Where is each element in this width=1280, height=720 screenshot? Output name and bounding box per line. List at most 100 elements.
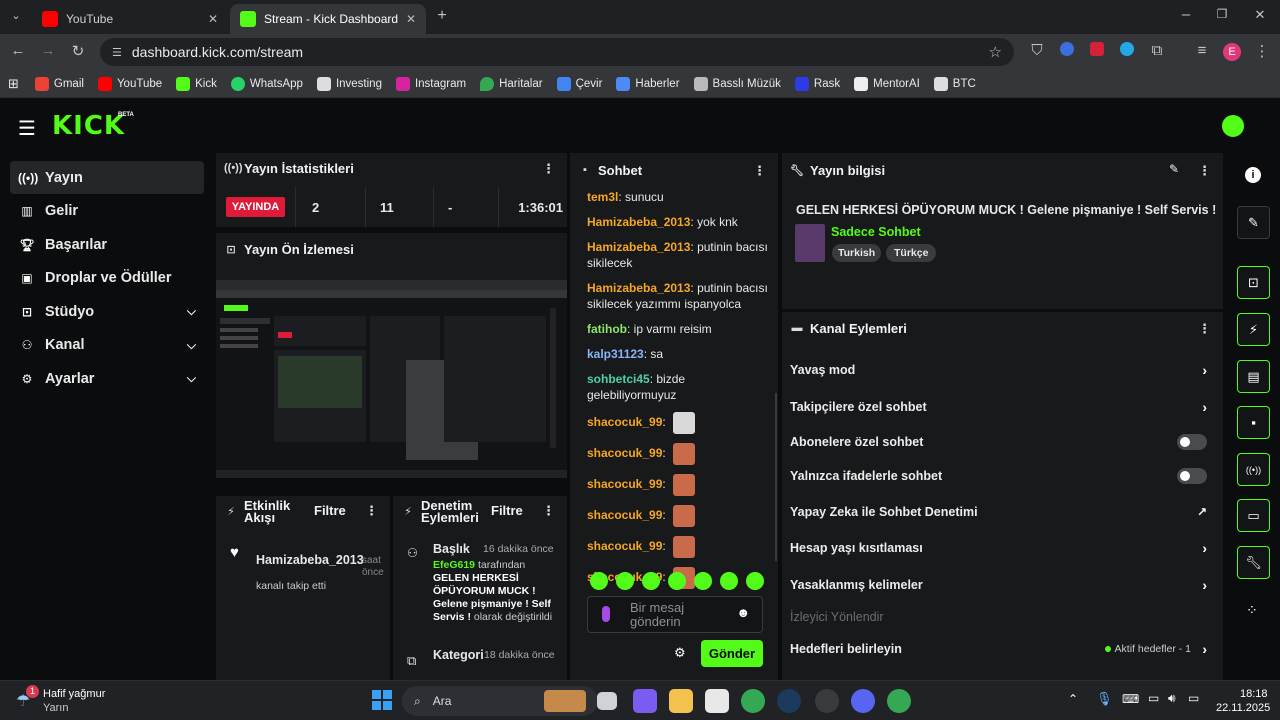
microphone-tray-icon[interactable]: 🎙︎ bbox=[1096, 691, 1113, 707]
chat-input[interactable]: Bir mesaj gönderin ☻ bbox=[587, 596, 763, 633]
file-explorer-icon[interactable] bbox=[669, 689, 693, 713]
filter-button[interactable]: Filtre bbox=[491, 504, 523, 517]
chat-username[interactable]: Hamizabeba_2013 bbox=[587, 240, 690, 254]
tag-pill[interactable]: Turkish bbox=[832, 244, 882, 262]
tag-pill[interactable]: Türkçe bbox=[886, 244, 937, 262]
forward-icon[interactable]: → bbox=[38, 42, 58, 59]
window-close-icon[interactable]: ✕ bbox=[1250, 7, 1270, 23]
action-account-age[interactable]: Hesap yaşı kısıtlaması › bbox=[790, 538, 1215, 558]
emote-icon[interactable] bbox=[746, 572, 764, 590]
send-button[interactable]: Gönder bbox=[701, 640, 763, 667]
chat-username[interactable]: sohbetci45 bbox=[587, 372, 650, 386]
task-view-icon[interactable] bbox=[597, 692, 617, 710]
chat-username[interactable]: Hamizabeba_2013 bbox=[587, 281, 690, 295]
emote-icon[interactable] bbox=[720, 572, 738, 590]
chat-settings-icon[interactable]: ⚙ bbox=[674, 645, 686, 661]
bookmark-rask[interactable]: Rask bbox=[794, 76, 840, 91]
tab-kick-dashboard[interactable]: Stream - Kick Dashboard ✕ bbox=[230, 4, 426, 34]
site-info-icon[interactable]: ☰ bbox=[112, 46, 122, 59]
chat-username[interactable]: shacocuk_99 bbox=[587, 446, 662, 460]
info-icon[interactable]: i bbox=[1245, 167, 1261, 183]
bookmark-instagram[interactable]: Instagram bbox=[395, 76, 466, 91]
extension-red-icon[interactable] bbox=[1087, 42, 1107, 60]
action-banned-words[interactable]: Yasaklanmış kelimeler › bbox=[790, 575, 1215, 595]
menu-icon[interactable]: ☰ bbox=[18, 116, 36, 141]
chat-username[interactable]: fatihob bbox=[587, 322, 627, 336]
bookmark-maps[interactable]: Haritalar bbox=[480, 76, 543, 91]
rail-video-button[interactable]: ▭ bbox=[1237, 499, 1270, 532]
bookmark-news[interactable]: Haberler bbox=[616, 76, 680, 91]
event-user[interactable]: Hamizabeba_2013 bbox=[256, 553, 364, 567]
rail-broadcast-button[interactable]: ((•)) bbox=[1237, 453, 1270, 486]
sidebar-item-studio[interactable]: ⊡ Stüdyo ⌵ bbox=[10, 295, 204, 328]
sidebar-item-stream[interactable]: ((•)) Yayın bbox=[10, 161, 204, 194]
bookmark-youtube[interactable]: YouTube bbox=[97, 76, 162, 91]
app-icon[interactable] bbox=[815, 689, 839, 713]
chat-username[interactable]: tem3l bbox=[587, 190, 618, 204]
steam-icon[interactable] bbox=[777, 689, 801, 713]
emote-icon[interactable] bbox=[642, 572, 660, 590]
category-name[interactable]: Sadece Sohbet bbox=[831, 225, 921, 239]
sidebar-item-revenue[interactable]: ▥ Gelir bbox=[10, 195, 204, 228]
discord-icon[interactable] bbox=[851, 689, 875, 713]
bookmark-mentorai[interactable]: MentorAI bbox=[854, 76, 920, 91]
more-options-icon[interactable]: ⋮ bbox=[542, 161, 555, 177]
bookmark-investing[interactable]: Investing bbox=[316, 76, 382, 91]
rail-preview-button[interactable]: ⊡ bbox=[1237, 266, 1270, 299]
taskbar-search[interactable]: ⌕ Ara bbox=[402, 686, 598, 716]
tab-youtube[interactable]: YouTube ✕ bbox=[32, 4, 228, 34]
more-options-icon[interactable]: ⋮ bbox=[1198, 163, 1211, 179]
emote-icon[interactable] bbox=[694, 572, 712, 590]
apps-dots-icon[interactable]: ⁘ bbox=[1246, 602, 1258, 619]
sidebar-item-drops[interactable]: ▣ Droplar ve Ödüller bbox=[10, 262, 204, 295]
tab-list-icon[interactable]: ⌄ bbox=[6, 9, 26, 22]
action-ai-moderation[interactable]: Yapay Zeka ile Sohbet Denetimi ↗ bbox=[790, 502, 1215, 522]
emote-icon[interactable] bbox=[616, 572, 634, 590]
microphone-icon[interactable] bbox=[602, 606, 610, 622]
category-thumbnail[interactable] bbox=[795, 224, 825, 262]
media-control-icon[interactable]: ≡ bbox=[1192, 42, 1212, 59]
more-options-icon[interactable]: ⋮ bbox=[753, 163, 766, 179]
bookmark-btc[interactable]: BTC bbox=[933, 76, 976, 91]
bookmark-music[interactable]: Basslı Müzük bbox=[693, 76, 781, 91]
more-menu-icon[interactable]: ⋮ bbox=[1252, 42, 1272, 60]
bookmark-gmail[interactable]: Gmail bbox=[34, 76, 84, 91]
more-options-icon[interactable]: ⋮ bbox=[542, 504, 555, 517]
display-icon[interactable]: ▭ bbox=[1148, 691, 1159, 705]
apps-grid-icon[interactable]: ⊞ bbox=[8, 76, 19, 92]
close-icon[interactable]: ✕ bbox=[208, 12, 218, 26]
bookmark-whatsapp[interactable]: WhatsApp bbox=[230, 76, 303, 91]
profile-avatar[interactable]: E bbox=[1222, 42, 1242, 61]
kick-logo[interactable]: KICK bbox=[52, 111, 125, 141]
chrome-icon[interactable] bbox=[741, 689, 765, 713]
rail-activity-button[interactable]: ⚡︎ bbox=[1237, 313, 1270, 346]
chat-username[interactable]: shacocuk_99 bbox=[587, 415, 662, 429]
windows-start-icon[interactable] bbox=[372, 690, 392, 710]
more-options-icon[interactable]: ⋮ bbox=[365, 504, 378, 517]
subscribers-only-toggle[interactable] bbox=[1177, 434, 1207, 450]
tray-chevron-icon[interactable]: ⌃ bbox=[1068, 692, 1078, 706]
extension-cyan-icon[interactable] bbox=[1117, 42, 1137, 60]
emote-icon[interactable] bbox=[590, 572, 608, 590]
action-followers-only[interactable]: Takipçilere özel sohbet › bbox=[790, 397, 1215, 417]
sidebar-item-settings[interactable]: ⚙ Ayarlar ⌵ bbox=[10, 362, 204, 395]
chrome-profile-icon[interactable] bbox=[887, 689, 911, 713]
back-icon[interactable]: ← bbox=[8, 42, 28, 59]
minimize-icon[interactable]: – bbox=[1176, 6, 1196, 23]
bookmark-star-icon[interactable]: ☆ bbox=[989, 43, 1002, 61]
more-options-icon[interactable]: ⋮ bbox=[1198, 321, 1211, 337]
emoji-icon[interactable]: ☻ bbox=[736, 606, 750, 620]
filter-button[interactable]: Filtre bbox=[314, 504, 346, 517]
user-avatar[interactable] bbox=[1222, 115, 1244, 137]
store-icon[interactable] bbox=[705, 689, 729, 713]
keyboard-icon[interactable]: ⌨ bbox=[1122, 692, 1139, 706]
restore-icon[interactable]: ❐ bbox=[1212, 7, 1232, 21]
chat-username[interactable]: shacocuk_99 bbox=[587, 508, 662, 522]
close-icon[interactable]: ✕ bbox=[406, 12, 416, 26]
copilot-icon[interactable] bbox=[633, 689, 657, 713]
battery-icon[interactable]: ▭ bbox=[1188, 691, 1199, 705]
sidebar-item-channel[interactable]: ⚇ Kanal ⌵ bbox=[10, 329, 204, 362]
emote-only-toggle[interactable] bbox=[1177, 468, 1207, 484]
clock-time[interactable]: 18:18 bbox=[1240, 688, 1268, 700]
chat-username[interactable]: shacocuk_99 bbox=[587, 477, 662, 491]
